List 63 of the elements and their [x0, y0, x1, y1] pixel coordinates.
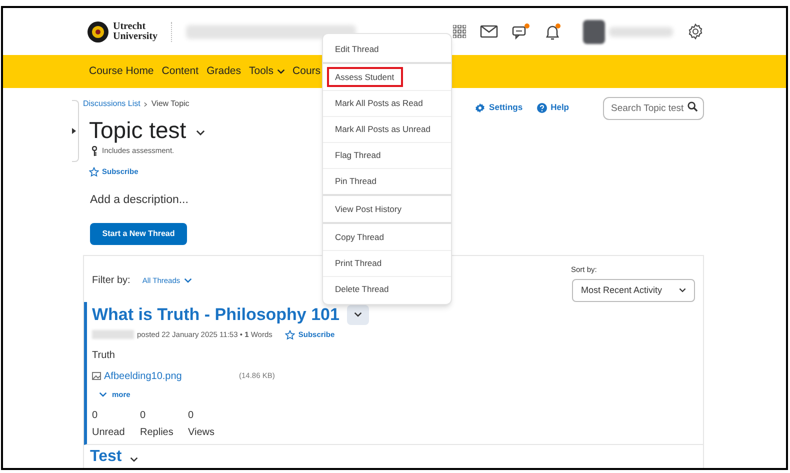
sort-dropdown[interactable]: Most Recent Activity: [572, 279, 695, 302]
university-seal-icon: [87, 20, 109, 42]
chevron-right-icon: [144, 102, 148, 106]
menu-item[interactable]: Mark All Posts as Unread: [327, 120, 438, 140]
university-name: Utrecht University: [113, 22, 157, 42]
nav-link[interactable]: Content: [162, 64, 199, 80]
help-icon: [536, 102, 547, 112]
title-menu-button[interactable]: [196, 130, 206, 136]
nav-link[interactable]: Tools: [249, 64, 285, 80]
chevron-down-icon: [354, 312, 362, 317]
chevron-down-icon: [276, 69, 285, 74]
description-field[interactable]: Add a description...: [90, 192, 188, 209]
menu-item[interactable]: Delete Thread: [327, 280, 397, 300]
stat-label: Replies: [140, 426, 174, 440]
star-icon: [285, 330, 296, 340]
thread-title[interactable]: Test: [90, 444, 122, 468]
stat-count: 0: [92, 408, 98, 423]
chevron-down-icon: [679, 288, 686, 293]
mail-icon: [480, 25, 498, 38]
menu-item[interactable]: Flag Thread: [327, 146, 389, 166]
key-icon: [92, 146, 97, 156]
search-icon: [687, 101, 698, 112]
menu-item[interactable]: Copy Thread: [327, 227, 392, 247]
blurred-author-name: [92, 330, 134, 340]
settings-icon: [687, 23, 704, 40]
menu-item[interactable]: Assess Student: [327, 67, 403, 87]
menu-item[interactable]: Print Thread: [327, 254, 390, 274]
thread-menu-button[interactable]: [130, 457, 138, 462]
settings-icon: [475, 102, 486, 112]
menu-item[interactable]: Mark All Posts as Read: [327, 94, 431, 114]
nav-link[interactable]: Course Home: [89, 64, 154, 80]
thread-title[interactable]: What is Truth - Philosophy 101: [92, 302, 340, 328]
page-title: Topic test: [89, 116, 186, 144]
thread-menu-button[interactable]: [347, 304, 370, 324]
image-file-icon: [92, 372, 101, 380]
settings-link[interactable]: Settings: [475, 101, 523, 114]
stat-label: Views: [188, 426, 214, 440]
expand-icon: [72, 128, 76, 134]
side-panel-tab[interactable]: [72, 100, 79, 162]
breadcrumb-link[interactable]: Discussions List: [83, 98, 140, 110]
attachment-link[interactable]: Afbeelding10.png: [104, 368, 239, 384]
blurred-user-name: [609, 26, 673, 36]
star-icon: [89, 166, 99, 177]
new-thread-button[interactable]: Start a New Thread: [90, 222, 187, 245]
app-grid-icon: [453, 25, 466, 38]
chevron-down-icon: [184, 278, 192, 283]
chevron-down-icon: [196, 130, 206, 136]
menu-item[interactable]: Pin Thread: [327, 172, 384, 192]
filter-label: Filter by:: [92, 274, 130, 288]
stat-label: Unread: [92, 426, 125, 440]
help-link[interactable]: Help: [536, 101, 569, 114]
chevron-down-icon: [130, 457, 138, 462]
stat-count: 0: [140, 408, 146, 423]
nav-link[interactable]: Cours: [292, 64, 321, 80]
menu-item[interactable]: Edit Thread: [327, 39, 387, 59]
stat-count: 0: [188, 408, 194, 423]
chevron-down-icon: [99, 392, 107, 397]
post-body: Truth: [92, 348, 115, 362]
breadcrumb-current: View Topic: [151, 98, 190, 110]
nav-link[interactable]: Grades: [206, 64, 241, 80]
menu-item[interactable]: View Post History: [327, 199, 410, 219]
search-field[interactable]: Search Topic test: [603, 97, 704, 120]
avatar-placeholder: [583, 20, 605, 44]
